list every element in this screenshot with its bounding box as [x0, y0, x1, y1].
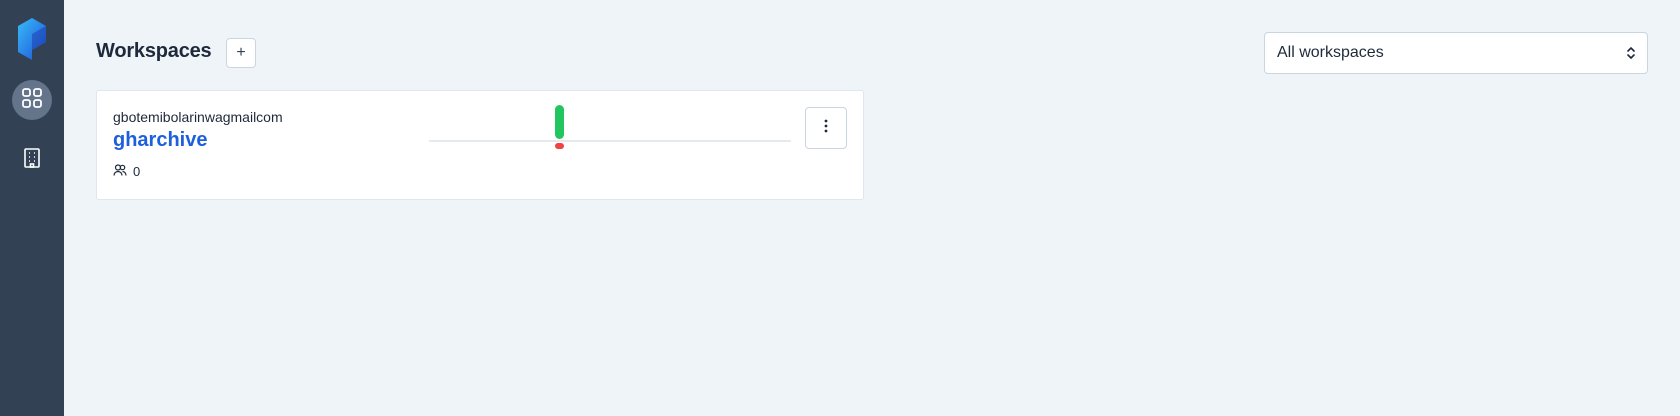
building-icon: [21, 147, 43, 174]
failure-bar: [555, 143, 564, 149]
activity-sparkline: [429, 105, 791, 149]
add-label: +: [236, 44, 246, 61]
workspace-card[interactable]: gbotemibolarinwagmailcom gharchive 0: [96, 90, 864, 200]
workspace-filter-select[interactable]: All workspaces: [1264, 32, 1648, 74]
chevron-up-down-icon: [1625, 45, 1637, 66]
grid-icon: [21, 87, 43, 114]
workspace-filter-value: All workspaces: [1277, 44, 1384, 61]
nav-organizations-button[interactable]: [12, 140, 52, 180]
workspace-members: 0: [113, 163, 140, 180]
sidebar: [0, 0, 64, 416]
success-bar: [555, 105, 564, 139]
main-content: Workspaces + All workspaces gbotemibolar…: [64, 0, 1680, 416]
nav-workspaces-button[interactable]: [12, 80, 52, 120]
members-count: 0: [133, 164, 141, 179]
more-vertical-icon: [824, 119, 828, 138]
workspace-name-link[interactable]: gharchive: [113, 129, 207, 152]
users-icon: [113, 163, 127, 180]
add-workspace-button[interactable]: +: [226, 38, 256, 68]
workspace-owner: gbotemibolarinwagmailcom: [113, 109, 283, 125]
prefect-logo-icon[interactable]: [18, 18, 46, 60]
page-title: Workspaces: [96, 40, 212, 62]
workspace-menu-button[interactable]: [805, 107, 847, 149]
